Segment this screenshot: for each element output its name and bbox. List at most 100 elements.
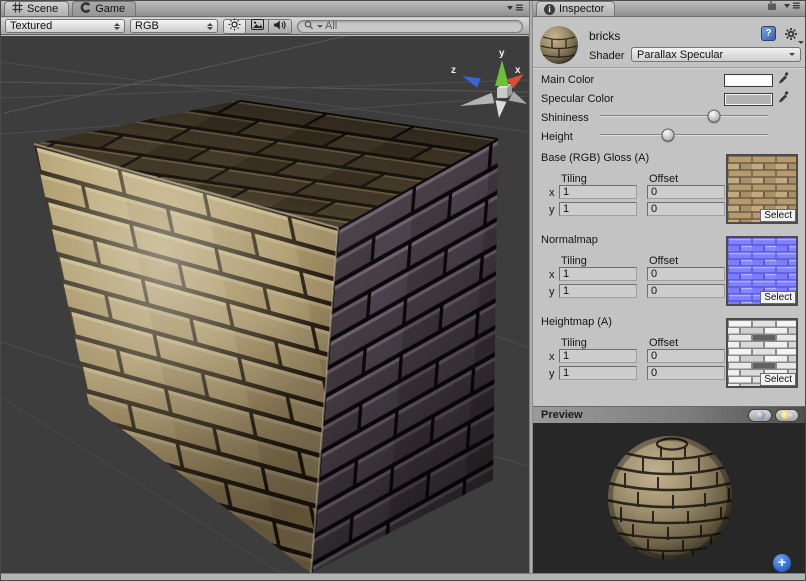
shader-dropdown[interactable]: Parallax Specular xyxy=(631,47,801,62)
tab-game[interactable]: Game xyxy=(72,1,136,16)
shininess-label: Shininess xyxy=(541,112,589,124)
y-row-label: y xyxy=(549,286,555,298)
slider-track xyxy=(599,134,769,136)
tiling-header: Tiling xyxy=(561,255,587,267)
scene-viewport[interactable]: y x z xyxy=(1,36,529,573)
tab-inspector-label: Inspector xyxy=(559,3,604,15)
texture-section-heightmap: Heightmap (A) Tiling Offset x y xyxy=(533,316,806,398)
normalmap-texture-thumbnail[interactable]: Select xyxy=(726,236,798,306)
offset-x-field[interactable] xyxy=(647,267,725,281)
inspector-tabstrip: i Inspector ≡ xyxy=(533,1,806,17)
shader-label: Shader xyxy=(589,50,624,62)
scene-pane: Scene Game ≡ Textured RGB xyxy=(1,1,529,573)
tiling-y-field[interactable] xyxy=(559,366,637,380)
scene-view-toggles xyxy=(223,19,292,34)
sun-icon xyxy=(228,18,241,34)
material-preview-thumbnail xyxy=(539,25,579,68)
slider-track xyxy=(599,115,769,117)
scene-3d-render: y x z xyxy=(1,36,529,573)
select-heightmap-button[interactable]: Select xyxy=(760,373,796,386)
tiling-x-field[interactable] xyxy=(559,185,637,199)
tiling-y-field[interactable] xyxy=(559,202,637,216)
height-slider[interactable] xyxy=(597,127,771,143)
window-resize-strip[interactable] xyxy=(1,573,806,581)
y-row-label: y xyxy=(549,204,555,216)
lighting-toggle-button[interactable] xyxy=(223,19,246,34)
scene-pane-menu-button[interactable]: ≡ xyxy=(507,3,529,16)
gizmo-y-label: y xyxy=(499,48,505,59)
help-icon[interactable]: ? xyxy=(761,26,776,41)
offset-y-field[interactable] xyxy=(647,366,725,380)
preview-lighting-button[interactable] xyxy=(775,409,799,422)
tiling-x-field[interactable] xyxy=(559,267,637,281)
sphere-icon xyxy=(756,411,765,420)
x-row-label: x xyxy=(549,187,555,199)
chevron-down-icon xyxy=(789,53,795,56)
height-label: Height xyxy=(541,131,573,143)
offset-x-field[interactable] xyxy=(647,349,725,363)
material-name: bricks xyxy=(589,29,620,43)
lock-icon[interactable] xyxy=(766,0,778,14)
color-mode-value: RGB xyxy=(135,20,159,32)
eyedropper-icon[interactable] xyxy=(777,71,791,88)
offset-y-field[interactable] xyxy=(647,202,725,216)
add-button[interactable]: + xyxy=(773,554,791,572)
chevron-down-icon xyxy=(507,6,513,10)
tab-scene-label: Scene xyxy=(27,3,58,15)
tiling-y-field[interactable] xyxy=(559,284,637,298)
preview-area[interactable]: + xyxy=(533,423,806,573)
grid-icon xyxy=(12,2,23,16)
menu-icon: ≡ xyxy=(515,3,524,13)
light-off-icon xyxy=(787,412,794,419)
select-base-texture-button[interactable]: Select xyxy=(760,209,796,222)
tab-inspector[interactable]: i Inspector xyxy=(536,1,615,16)
gear-menu-button[interactable] xyxy=(784,27,804,44)
specular-color-swatch[interactable] xyxy=(724,93,773,106)
chevron-down-icon xyxy=(784,4,790,8)
eyedropper-icon[interactable] xyxy=(777,90,791,107)
base-texture-thumbnail[interactable]: Select xyxy=(726,154,798,224)
render-mode-value: Textured xyxy=(10,20,52,32)
inspector-body: bricks Shader Parallax Specular ? Main C… xyxy=(533,18,806,406)
main-color-swatch[interactable] xyxy=(724,74,773,87)
gizmo-y-axis-cone[interactable] xyxy=(495,60,509,86)
orientation-gizmo[interactable]: y x z xyxy=(451,48,527,118)
specular-color-label: Specular Color xyxy=(541,93,614,105)
main-color-label: Main Color xyxy=(541,74,594,86)
menu-icon: ≡ xyxy=(792,1,801,11)
render-mode-dropdown[interactable]: Textured xyxy=(5,19,125,33)
heightmap-texture-thumbnail[interactable]: Select xyxy=(726,318,798,388)
scene-search-input[interactable]: All xyxy=(297,20,523,33)
offset-x-field[interactable] xyxy=(647,185,725,199)
scene-toolbar: Textured RGB All xyxy=(1,18,529,35)
shininess-slider[interactable] xyxy=(597,108,771,124)
select-normalmap-button[interactable]: Select xyxy=(760,291,796,304)
material-preview-sphere xyxy=(533,423,806,573)
offset-y-field[interactable] xyxy=(647,284,725,298)
texture-section-base: Base (RGB) Gloss (A) Tiling Offset x y xyxy=(533,152,806,234)
image-icon xyxy=(251,19,264,33)
speaker-icon xyxy=(273,19,287,34)
info-icon: i xyxy=(544,4,555,15)
x-row-label: x xyxy=(549,351,555,363)
y-row-label: y xyxy=(549,368,555,380)
search-filter-chevron-icon[interactable] xyxy=(317,25,323,28)
skybox-toggle-button[interactable] xyxy=(246,19,269,34)
brick-cube xyxy=(34,100,498,573)
preview-header: Preview xyxy=(533,406,806,423)
section-title: Heightmap (A) xyxy=(541,316,612,328)
audio-toggle-button[interactable] xyxy=(269,19,292,34)
texture-section-normalmap: Normalmap Tiling Offset x y xyxy=(533,234,806,316)
inspector-pane-menu-button[interactable]: ≡ xyxy=(784,1,805,11)
color-mode-dropdown[interactable]: RGB xyxy=(130,19,218,33)
tab-scene[interactable]: Scene xyxy=(4,1,69,16)
tab-game-label: Game xyxy=(95,3,125,15)
height-slider-knob[interactable] xyxy=(662,129,675,142)
inspector-pane: i Inspector ≡ xyxy=(533,1,806,573)
shininess-slider-knob[interactable] xyxy=(707,110,720,123)
preview-mesh-button[interactable] xyxy=(748,409,772,422)
x-row-label: x xyxy=(549,269,555,281)
tiling-header: Tiling xyxy=(561,337,587,349)
gear-icon xyxy=(784,27,798,44)
tiling-x-field[interactable] xyxy=(559,349,637,363)
